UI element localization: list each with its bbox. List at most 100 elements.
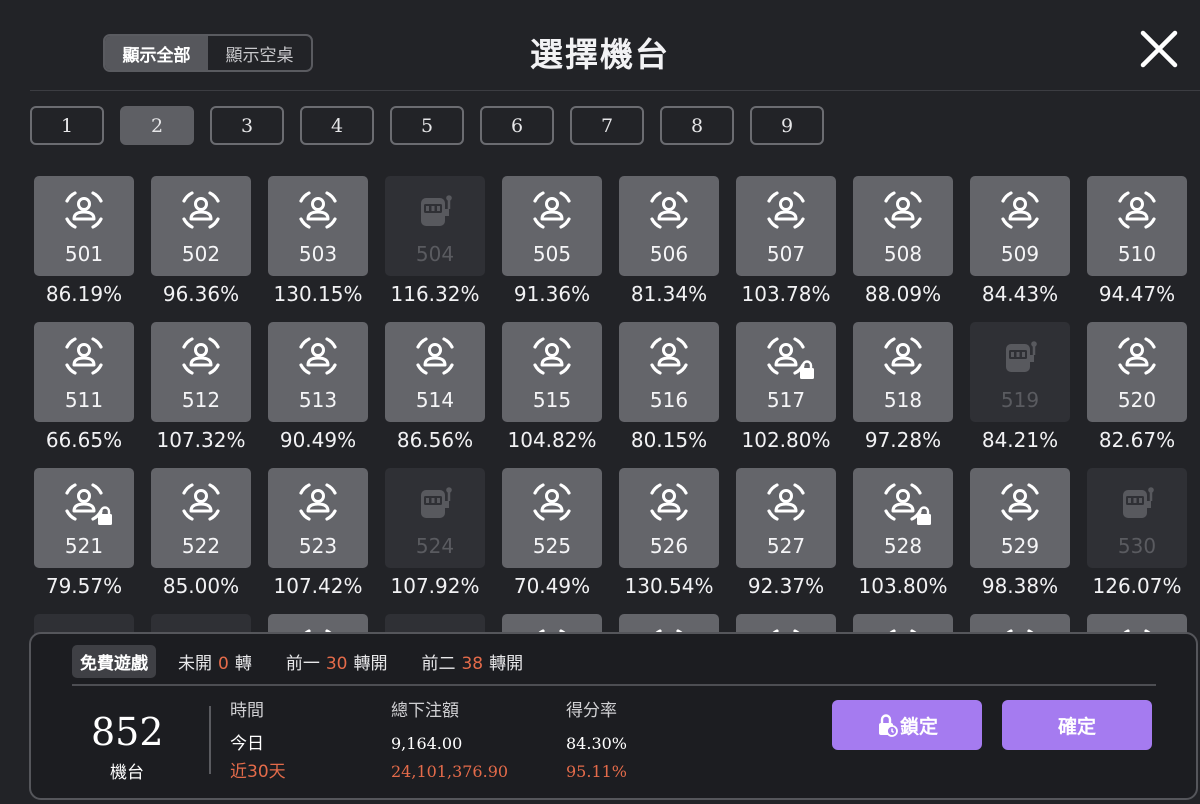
face-scan-icon [650,483,688,521]
machine-rate: 80.15% [630,428,708,452]
lock-icon [98,506,112,525]
machine-number: 509 [1000,242,1040,266]
machine-card[interactable]: 506 81.34% [619,176,719,306]
machine-tile[interactable]: 512 [151,322,251,422]
machine-card[interactable]: 513 90.49% [268,322,368,452]
machine-card[interactable]: 521 79.57% [34,468,134,598]
page-tab-5[interactable]: 5 [390,106,464,145]
machine-card[interactable]: 525 70.49% [502,468,602,598]
machine-card[interactable]: 510 94.47% [1087,176,1187,306]
machine-tile[interactable]: 529 [970,468,1070,568]
stats-today-rate: 84.30% [566,734,628,753]
machine-card[interactable]: 524 107.92% [385,468,485,598]
machine-tile[interactable]: 524 [385,468,485,568]
machine-card[interactable]: 526 130.54% [619,468,719,598]
machine-grid-viewport[interactable]: 501 86.19% 502 96.36% 503 130.15% 504 116.32% 50… [30,176,1200,636]
machine-tile[interactable]: 501 [34,176,134,276]
machine-tile[interactable]: 527 [736,468,836,568]
machine-tile[interactable]: 513 [268,322,368,422]
machine-tile[interactable]: 505 [502,176,602,276]
slot-machine-icon [421,487,452,518]
page-tab-6[interactable]: 6 [480,106,554,145]
machine-card[interactable]: 518 97.28% [853,322,953,452]
machine-tile[interactable]: 521 [34,468,134,568]
machine-card[interactable]: 508 88.09% [853,176,953,306]
machine-tile[interactable]: 508 [853,176,953,276]
machine-card[interactable]: 514 86.56% [385,322,485,452]
machine-card[interactable]: 502 96.36% [151,176,251,306]
machine-rate: 90.49% [279,428,357,452]
machine-rate: 98.38% [981,574,1059,598]
machine-tile[interactable]: 504 [385,176,485,276]
machine-card[interactable]: 515 104.82% [502,322,602,452]
page-tab-4[interactable]: 4 [300,106,374,145]
machine-card[interactable]: 528 103.80% [853,468,953,598]
machine-tile[interactable]: 526 [619,468,719,568]
machine-tile[interactable]: 516 [619,322,719,422]
machine-tile[interactable]: 515 [502,322,602,422]
machine-rate: 86.19% [45,282,123,306]
unopened-unit: 轉 [234,653,252,674]
stats-today-bet: 9,164.00 [391,734,463,753]
machine-rate: 107.32% [156,428,246,452]
machine-rate: 70.49% [513,574,591,598]
machine-card[interactable]: 501 86.19% [34,176,134,306]
close-button[interactable] [1138,28,1180,70]
machine-card[interactable]: 522 85.00% [151,468,251,598]
machine-card[interactable]: 527 92.37% [736,468,836,598]
machine-tile[interactable]: 510 [1087,176,1187,276]
machine-card[interactable]: 511 66.65% [34,322,134,452]
face-scan-icon [182,483,220,521]
page-tab-7[interactable]: 7 [570,106,644,145]
machine-tile[interactable]: 502 [151,176,251,276]
machine-number: 510 [1117,242,1157,266]
machine-card[interactable]: 512 107.32% [151,322,251,452]
machine-rate: 92.37% [747,574,825,598]
machine-card[interactable]: 507 103.78% [736,176,836,306]
machine-card[interactable]: 519 84.21% [970,322,1070,452]
machine-card[interactable]: 504 116.32% [385,176,485,306]
lock-icon [878,714,898,737]
machine-tile[interactable]: 519 [970,322,1070,422]
machine-rate: 126.07% [1092,574,1182,598]
machine-tile[interactable]: 509 [970,176,1070,276]
machine-tile[interactable]: 522 [151,468,251,568]
machine-card[interactable]: 517 102.80% [736,322,836,452]
lock-button[interactable]: 鎖定 [832,700,982,750]
machine-tile[interactable]: 503 [268,176,368,276]
page-tab-3[interactable]: 3 [210,106,284,145]
machine-number: 511 [64,388,104,412]
machine-card[interactable]: 520 82.67% [1087,322,1187,452]
machine-tile[interactable]: 523 [268,468,368,568]
machine-tile[interactable]: 507 [736,176,836,276]
confirm-button[interactable]: 確定 [1002,700,1152,750]
page-tab-2[interactable]: 2 [120,106,194,145]
machine-card[interactable]: 503 130.15% [268,176,368,306]
machine-tile[interactable]: 506 [619,176,719,276]
machine-tile[interactable]: 525 [502,468,602,568]
machine-card[interactable]: 505 91.36% [502,176,602,306]
machine-tile[interactable]: 528 [853,468,953,568]
machine-number: 502 [181,242,221,266]
machine-tile[interactable]: 530 [1087,468,1187,568]
machine-tile[interactable]: 518 [853,322,953,422]
page-tabs: 123456789 [30,106,824,145]
machine-card[interactable]: 509 84.43% [970,176,1070,306]
machine-card[interactable]: 530 126.07% [1087,468,1187,598]
machine-tile[interactable]: 511 [34,322,134,422]
machine-card[interactable]: 529 98.38% [970,468,1070,598]
machine-rate: 84.43% [981,282,1059,306]
panel-divider [72,684,1156,686]
face-scan-icon [533,483,571,521]
machine-tile[interactable]: 520 [1087,322,1187,422]
page-tab-8[interactable]: 8 [660,106,734,145]
page-tab-9[interactable]: 9 [750,106,824,145]
slot-machine-icon [1006,341,1037,372]
machine-tile[interactable]: 517 [736,322,836,422]
machine-tile[interactable]: 514 [385,322,485,422]
machine-card[interactable]: 516 80.15% [619,322,719,452]
machine-rate: 84.21% [981,428,1059,452]
face-scan-icon [416,337,454,375]
machine-card[interactable]: 523 107.42% [268,468,368,598]
page-tab-1[interactable]: 1 [30,106,104,145]
